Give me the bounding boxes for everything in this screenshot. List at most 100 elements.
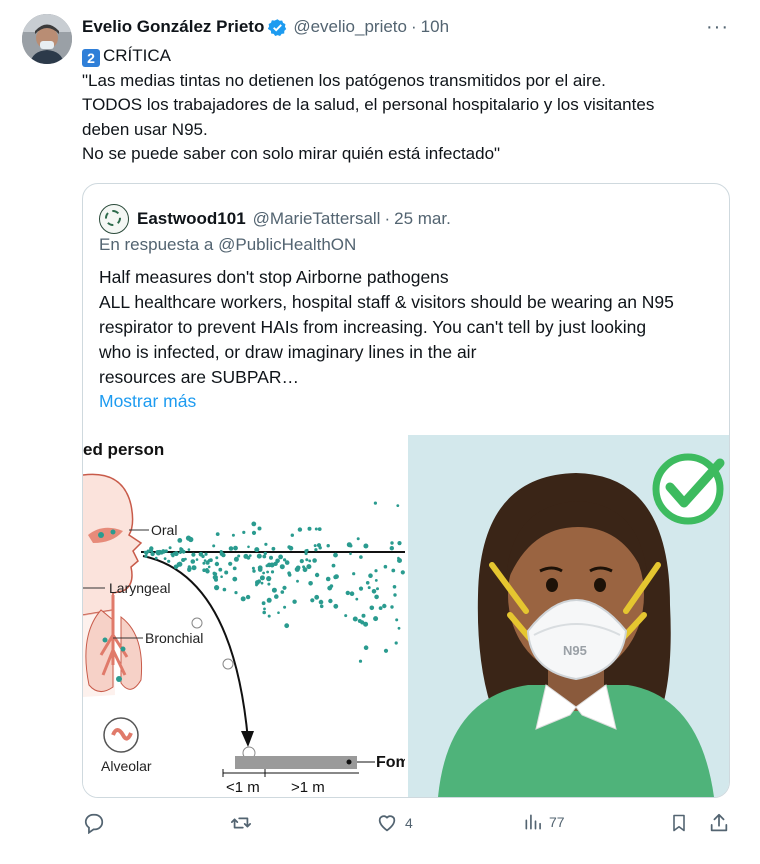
aerosol-dot [214,585,220,591]
author-handle[interactable]: @evelio_prieto [293,17,407,37]
more-options-icon[interactable]: ··· [706,16,729,39]
analytics-icon [523,812,543,832]
aerosol-dot [314,595,318,599]
reply-prefix: En respuesta a [99,235,214,254]
aerosol-dot [191,552,196,557]
aerosol-dot [282,585,287,590]
aerosol-dot [373,616,379,622]
aerosol-dot [369,605,375,611]
quoted-tweet-card[interactable]: Eastwood101 @MarieTattersall · 25 mar. E… [82,183,730,798]
aerosol-dot [283,605,287,609]
aerosol-dot [294,566,300,572]
views-button[interactable]: 77 [523,812,565,832]
aerosol-dot [222,587,227,592]
aerosol-dot [270,570,275,574]
quoted-tweet-date[interactable]: 25 mar. [394,209,451,229]
aerosol-dot [263,551,267,556]
aerosol-dot [269,562,275,568]
aerosol-dot [256,553,262,559]
tweet-line: "Las medias tintas no detienen los patóg… [82,70,606,90]
aerosol-dot [314,548,318,552]
aerosol-dot [207,565,211,569]
quoted-line: who is infected, or draw imaginary lines… [99,342,477,362]
tweet-time[interactable]: 10h [421,17,449,37]
aerosol-dot [157,549,162,554]
retweet-button[interactable] [229,812,259,834]
quoted-line: resources are SUBPAR… [99,367,300,387]
aerosol-dot [278,554,283,560]
oral-label: Oral [151,522,177,538]
like-button[interactable]: 4 [375,812,413,834]
aerosol-dot [313,544,317,548]
aerosol-dot [326,544,330,548]
quoted-author-name[interactable]: Eastwood101 [137,209,246,229]
share-button[interactable] [708,812,730,834]
aerosol-dot [307,526,312,531]
aerosol-dot [191,565,197,571]
aerosol-dot [266,570,269,574]
show-more-link[interactable]: Mostrar más [99,391,196,412]
aerosol-dot [214,561,220,567]
reply-button[interactable] [83,812,111,834]
aerosol-dot [306,564,312,570]
mask-label: N95 [563,643,587,658]
aerosol-dot [202,568,206,572]
aerosol-dot [316,543,322,548]
quoted-tweet-header: Eastwood101 @MarieTattersall · 25 mar. [99,204,451,234]
quoted-author-handle[interactable]: @MarieTattersall [253,209,381,229]
aerosol-dot [280,590,285,594]
verified-badge-icon [268,18,287,37]
aerosol-dot [317,527,322,531]
aerosol-dot [400,570,405,575]
n95-mask-illustration[interactable]: N95 [408,435,729,797]
aerosol-dot [284,623,290,629]
aerosol-dot [154,556,158,560]
aerosol-dot [319,604,324,609]
bookmark-button[interactable] [669,812,689,834]
aerosol-dot [396,504,400,507]
aerosol-dot [333,603,339,609]
aerosol-dot [358,586,364,591]
aerosol-dot [310,598,315,603]
aerosol-dot [279,564,285,570]
aerosol-dot [219,551,224,556]
aerosol-dot [334,574,339,579]
aerosol-dot [254,547,260,553]
aerosol-dot [161,549,166,554]
aerosol-dot [390,541,394,545]
aerosol-dot [184,557,187,561]
aerosol-dot [292,599,297,604]
aerosol-dot [397,541,402,546]
author-name[interactable]: Evelio González Prieto [82,17,264,37]
bronchial-label: Bronchial [145,630,203,646]
aerosol-dot [215,532,220,536]
aerosol-dot [374,569,378,573]
aerosol-dot [393,593,397,597]
aerosol-dot [277,611,280,614]
tweet-line: No se puede saber con solo mirar quién e… [82,144,501,163]
aerosol-dot [297,527,303,532]
like-count: 4 [405,815,413,831]
aerosol-dot [228,561,233,566]
aerosol-dot [302,567,308,573]
aerosol-dot [170,552,174,556]
transmission-diagram-image[interactable]: ed person Oral Laryngeal Bronchial Alveo… [83,435,410,797]
reply-mention[interactable]: @PublicHealthON [218,235,356,254]
avatar[interactable] [22,14,72,64]
aerosol-dot [173,551,179,557]
quoted-avatar[interactable] [99,204,129,234]
aerosol-dot [271,587,277,593]
aerosol-dot [356,537,360,541]
aerosol-dot [361,613,366,618]
aerosol-dot [234,591,238,595]
aerosol-dot [275,558,280,564]
aerosol-dot [363,645,369,650]
aerosol-dot [264,542,268,546]
aerosol-dot [314,572,320,578]
tweet-action-bar: 4 77 [0,812,760,842]
aerosol-dot [344,614,348,618]
views-count: 77 [549,814,565,830]
quoted-line: respirator to prevent HAIs from increasi… [99,317,647,337]
aerosol-dot [233,545,238,551]
aerosol-dot [262,610,266,615]
